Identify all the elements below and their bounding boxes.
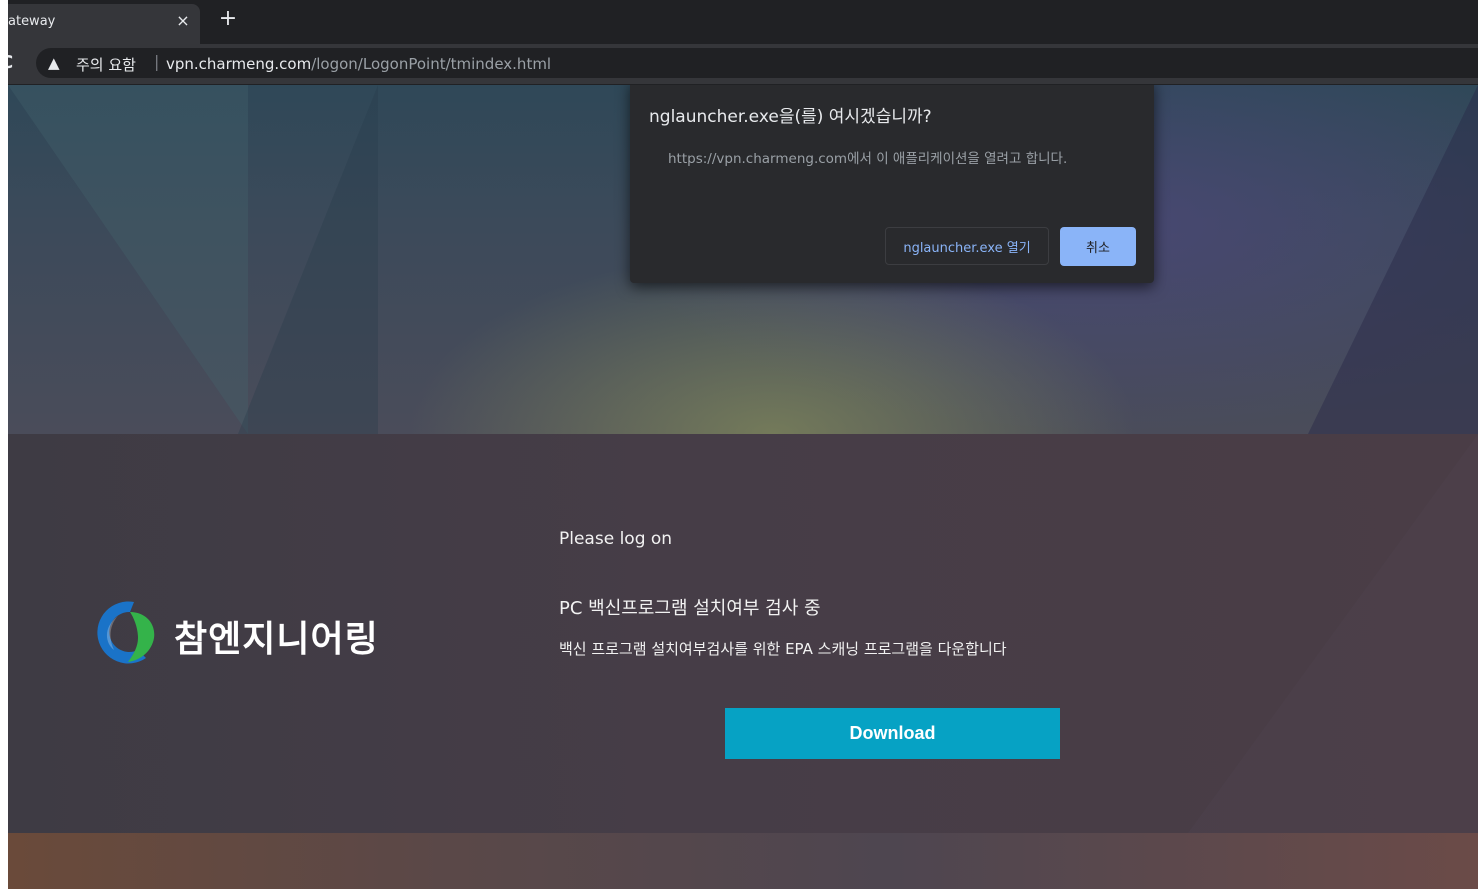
background-shape [1188, 434, 1478, 833]
url-separator: | [154, 52, 160, 71]
browser-toolbar: C ▲ 주의 요함 | vpn.charmeng.com/logon/Logon… [8, 44, 1478, 85]
logon-prompt: Please log on [559, 529, 673, 549]
scan-status-heading: PC 백신프로그램 설치여부 검사 중 [559, 598, 821, 619]
tab-close-icon[interactable]: × [174, 12, 192, 30]
url-path: /logon/LogonPoint/tmindex.html [311, 55, 552, 73]
open-application-dialog: nglauncher.exe을(를) 여시겠습니까? https://vpn.c… [630, 85, 1154, 283]
url-text[interactable]: vpn.charmeng.com/logon/LogonPoint/tminde… [166, 55, 551, 73]
page-content: 참엔지니어링 Please log on PC 백신프로그램 설치여부 검사 중… [8, 85, 1478, 889]
cancel-button[interactable]: 취소 [1060, 227, 1136, 266]
download-button[interactable]: Download [725, 708, 1060, 759]
dialog-title: nglauncher.exe을(를) 여시겠습니까? [649, 107, 932, 127]
open-application-button[interactable]: nglauncher.exe 열기 [885, 227, 1049, 265]
new-tab-icon[interactable]: + [216, 8, 240, 32]
company-logo: 참엔지니어링 [94, 598, 394, 670]
background-shape [238, 85, 378, 434]
background-shape [8, 85, 248, 434]
warning-triangle-icon[interactable]: ▲ [48, 54, 60, 72]
browser-tab[interactable]: ateway × [8, 4, 200, 44]
dialog-message: https://vpn.charmeng.com에서 이 애플리케이션을 열려고… [668, 151, 1068, 167]
security-status-label[interactable]: 주의 요함 [76, 54, 136, 75]
company-name: 참엔지니어링 [174, 619, 379, 660]
company-logo-icon [97, 601, 155, 664]
url-host: vpn.charmeng.com [166, 55, 312, 73]
browser-window: ateway × + C ▲ 주의 요함 | vpn.charmeng.com/… [8, 0, 1478, 889]
footer-background [8, 833, 1478, 889]
background-shape [1308, 85, 1478, 434]
scan-description: 백신 프로그램 설치여부검사를 위한 EPA 스캐닝 프로그램을 다운합니다 [559, 640, 1007, 658]
tab-strip: ateway × + [8, 0, 1478, 44]
tab-title: ateway [8, 14, 56, 29]
reload-icon[interactable]: C [8, 52, 22, 74]
address-bar[interactable]: ▲ 주의 요함 | vpn.charmeng.com/logon/LogonPo… [36, 48, 1478, 78]
